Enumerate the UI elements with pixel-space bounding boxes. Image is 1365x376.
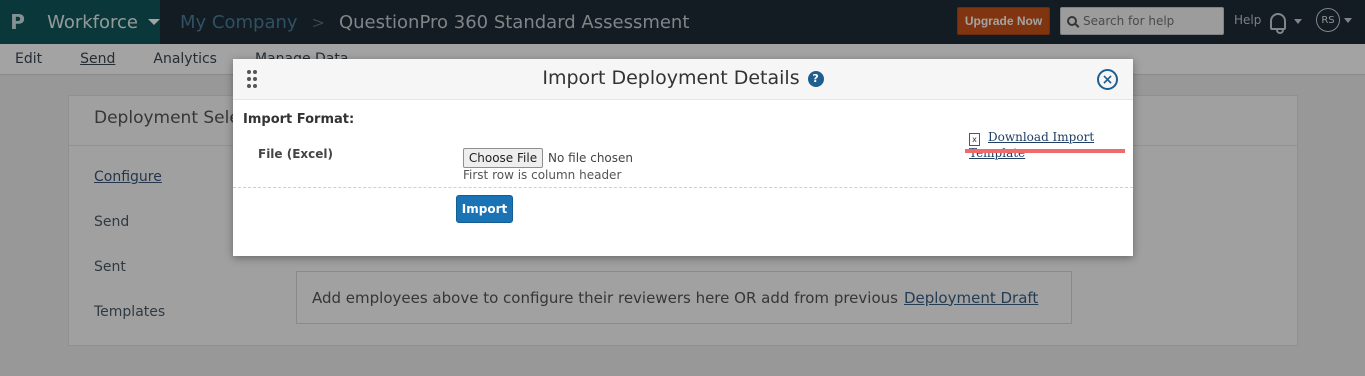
download-template-label: Download Import Template [969,130,1095,160]
import-deployment-dialog: Import Deployment Details? × Import Form… [233,59,1133,256]
choose-file-button[interactable]: Choose File [463,148,543,168]
dialog-title-row: Import Deployment Details? [233,67,1133,89]
excel-file-icon: x [969,133,980,146]
file-hint-text: First row is column header [463,168,622,182]
import-format-label: Import Format: [243,112,355,127]
help-icon[interactable]: ? [807,71,824,87]
import-button[interactable]: Import [456,195,513,223]
file-status-text: No file chosen [548,151,634,165]
close-icon[interactable]: × [1097,69,1118,90]
dashed-divider [233,187,1133,188]
dialog-header: Import Deployment Details? × [233,59,1133,100]
file-excel-label: File (Excel) [258,147,334,161]
dialog-title: Import Deployment Details [542,67,800,89]
download-template-link[interactable]: x Download Import Template [969,130,1133,160]
highlight-underline [965,149,1125,153]
